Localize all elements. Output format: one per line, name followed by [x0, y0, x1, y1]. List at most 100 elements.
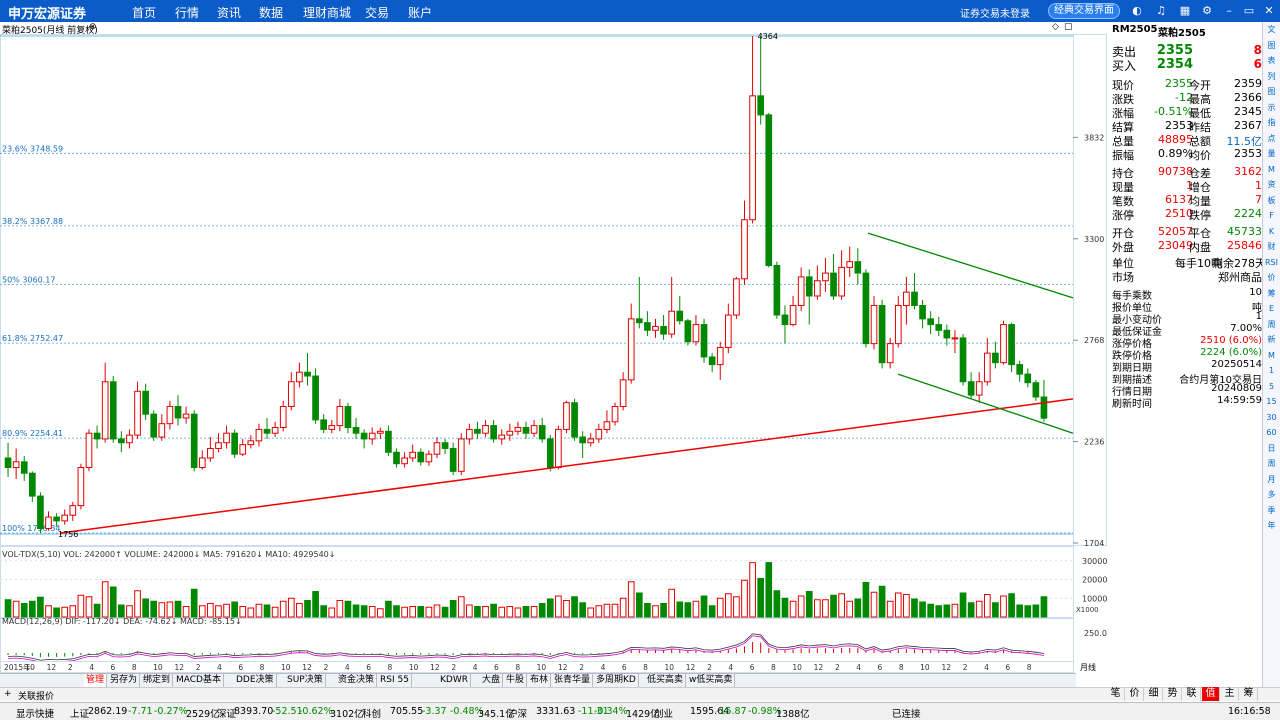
candle-body: [174, 406, 182, 419]
indicator-tab[interactable]: 管理: [84, 674, 108, 687]
toolbar-icon[interactable]: M: [1263, 348, 1280, 364]
toolbar-icon[interactable]: 价: [1263, 270, 1280, 286]
candle-body: [983, 352, 991, 383]
candle-body: [635, 318, 643, 324]
nav-account[interactable]: 账户: [408, 4, 432, 21]
toolbar-icon[interactable]: 周: [1263, 317, 1280, 333]
quote-tab[interactable]: 笔: [1107, 687, 1125, 701]
toolbar-icon[interactable]: 15: [1263, 394, 1280, 410]
headset-icon[interactable]: ♫: [1154, 4, 1168, 18]
close-icon[interactable]: ✕: [1262, 4, 1276, 18]
nav-news[interactable]: 资讯: [217, 4, 241, 21]
quote-tab[interactable]: 势: [1164, 687, 1182, 701]
toolbar-icon[interactable]: 表: [1263, 53, 1280, 69]
toolbar-icon[interactable]: 图: [1263, 84, 1280, 100]
status-item: 1388亿: [776, 709, 810, 720]
volume-bar: [150, 600, 158, 618]
indicator-tab[interactable]: 牛股: [504, 674, 528, 687]
nav-wealth-mall[interactable]: 理财商城: [303, 4, 351, 21]
quote-tab[interactable]: 价: [1126, 687, 1144, 701]
toolbar-icon[interactable]: 5: [1263, 379, 1280, 395]
indicator-tab[interactable]: 张青华量: [552, 674, 594, 687]
toolbar-icon[interactable]: 图: [1263, 38, 1280, 54]
toolbar-icon[interactable]: 年: [1263, 518, 1280, 534]
x-tick-label: 8: [643, 663, 648, 672]
indicator-tab[interactable]: w低买高卖: [687, 674, 736, 687]
toolbar-icon[interactable]: 财: [1263, 239, 1280, 255]
x-tick-label: 12: [814, 663, 824, 672]
toolbar-icon[interactable]: 指: [1263, 115, 1280, 131]
toolbar-icon[interactable]: RSI: [1263, 255, 1280, 271]
theme-icon[interactable]: ◐: [1130, 4, 1144, 18]
toolbar-icon[interactable]: 30: [1263, 410, 1280, 426]
volume-bar: [805, 591, 813, 618]
candle-body: [263, 428, 271, 434]
toolbar-icon[interactable]: E: [1263, 301, 1280, 317]
indicator-tab[interactable]: RSI 55: [378, 674, 412, 687]
volume-bar: [822, 599, 829, 618]
nav-home[interactable]: 首页: [132, 4, 156, 21]
volume-bar: [166, 601, 174, 618]
toolbar-icon[interactable]: M: [1263, 162, 1280, 178]
maximize-icon[interactable]: ▭: [1242, 4, 1256, 18]
toolbar-icon[interactable]: 板: [1263, 193, 1280, 209]
toolbar-icon[interactable]: 点: [1263, 131, 1280, 147]
period-label: 月线: [1080, 662, 1096, 672]
volume-bar: [457, 596, 465, 618]
quote-tab[interactable]: 联: [1183, 687, 1201, 701]
quote-value: 2353: [1165, 119, 1193, 132]
indicator-tab[interactable]: 低买高卖: [645, 674, 687, 687]
quote-value: 2359: [1234, 77, 1262, 90]
quote-tab[interactable]: 值: [1202, 687, 1220, 701]
toolbar-icon[interactable]: K: [1263, 224, 1280, 240]
quote-tab[interactable]: 主: [1221, 687, 1239, 701]
quote-tab[interactable]: 细: [1145, 687, 1163, 701]
toolbar-icon[interactable]: 季: [1263, 503, 1280, 519]
quote-tab[interactable]: 筹: [1240, 687, 1258, 701]
indicator-tab[interactable]: DDE决策: [234, 674, 277, 687]
chart-area[interactable]: 1704 2236 2768 3300 3832 23.6% 3748.59 38.2% 3…: [0, 22, 1107, 674]
indicator-tab[interactable]: KDWR: [438, 674, 471, 687]
indicator-tab[interactable]: 绑定到: [141, 674, 174, 687]
toolbar-icon[interactable]: F: [1263, 208, 1280, 224]
volume-bar: [708, 605, 716, 618]
candle-body: [271, 426, 279, 434]
toolbar-icon[interactable]: 多: [1263, 487, 1280, 503]
status-item[interactable]: 显示快捷: [16, 706, 54, 720]
x-tick-label: 8: [899, 663, 904, 672]
volume-bar: [870, 591, 878, 618]
link-quote-label[interactable]: 关联报价: [18, 689, 54, 702]
nav-trade[interactable]: 交易: [365, 4, 389, 21]
volume-tick-label: 30000: [1082, 557, 1107, 566]
toolbar-icon[interactable]: 资: [1263, 177, 1280, 193]
volume-bar: [287, 597, 295, 618]
toolbar-icon[interactable]: 筹: [1263, 286, 1280, 302]
toolbar-icon[interactable]: 量: [1263, 146, 1280, 162]
toolbar-icon[interactable]: 月: [1263, 472, 1280, 488]
toolbar-icon[interactable]: 1: [1263, 363, 1280, 379]
toolbar-icon[interactable]: 列: [1263, 69, 1280, 85]
indicator-tab[interactable]: 多周期KD: [594, 674, 639, 687]
toolbar-icon[interactable]: 60: [1263, 425, 1280, 441]
indicator-tab[interactable]: 布林: [528, 674, 552, 687]
toolbar-icon[interactable]: 文: [1263, 22, 1280, 38]
indicator-tab[interactable]: 资金决策: [336, 674, 378, 687]
candle-body: [514, 426, 522, 432]
add-link-icon[interactable]: +: [4, 689, 12, 699]
nav-quotes[interactable]: 行情: [175, 4, 199, 21]
indicator-tab[interactable]: 大盘: [480, 674, 504, 687]
settings-icon[interactable]: ⚙: [1200, 4, 1214, 18]
toolbar-icon[interactable]: 新: [1263, 332, 1280, 348]
indicator-tab[interactable]: MACD基本: [174, 674, 224, 687]
toolbar-icon[interactable]: 周: [1263, 456, 1280, 472]
nav-data[interactable]: 数据: [259, 4, 283, 21]
grid-icon[interactable]: ▦: [1178, 4, 1192, 18]
quote-value: 2510: [1165, 207, 1193, 220]
minimize-icon[interactable]: –: [1222, 4, 1236, 18]
quote-value: 45733: [1227, 225, 1262, 238]
indicator-tab[interactable]: 另存为: [108, 674, 141, 687]
toolbar-icon[interactable]: 日: [1263, 441, 1280, 457]
indicator-tab[interactable]: SUP决策: [285, 674, 326, 687]
toolbar-icon[interactable]: 示: [1263, 100, 1280, 116]
classic-trade-button[interactable]: 经典交易界面: [1048, 3, 1120, 19]
